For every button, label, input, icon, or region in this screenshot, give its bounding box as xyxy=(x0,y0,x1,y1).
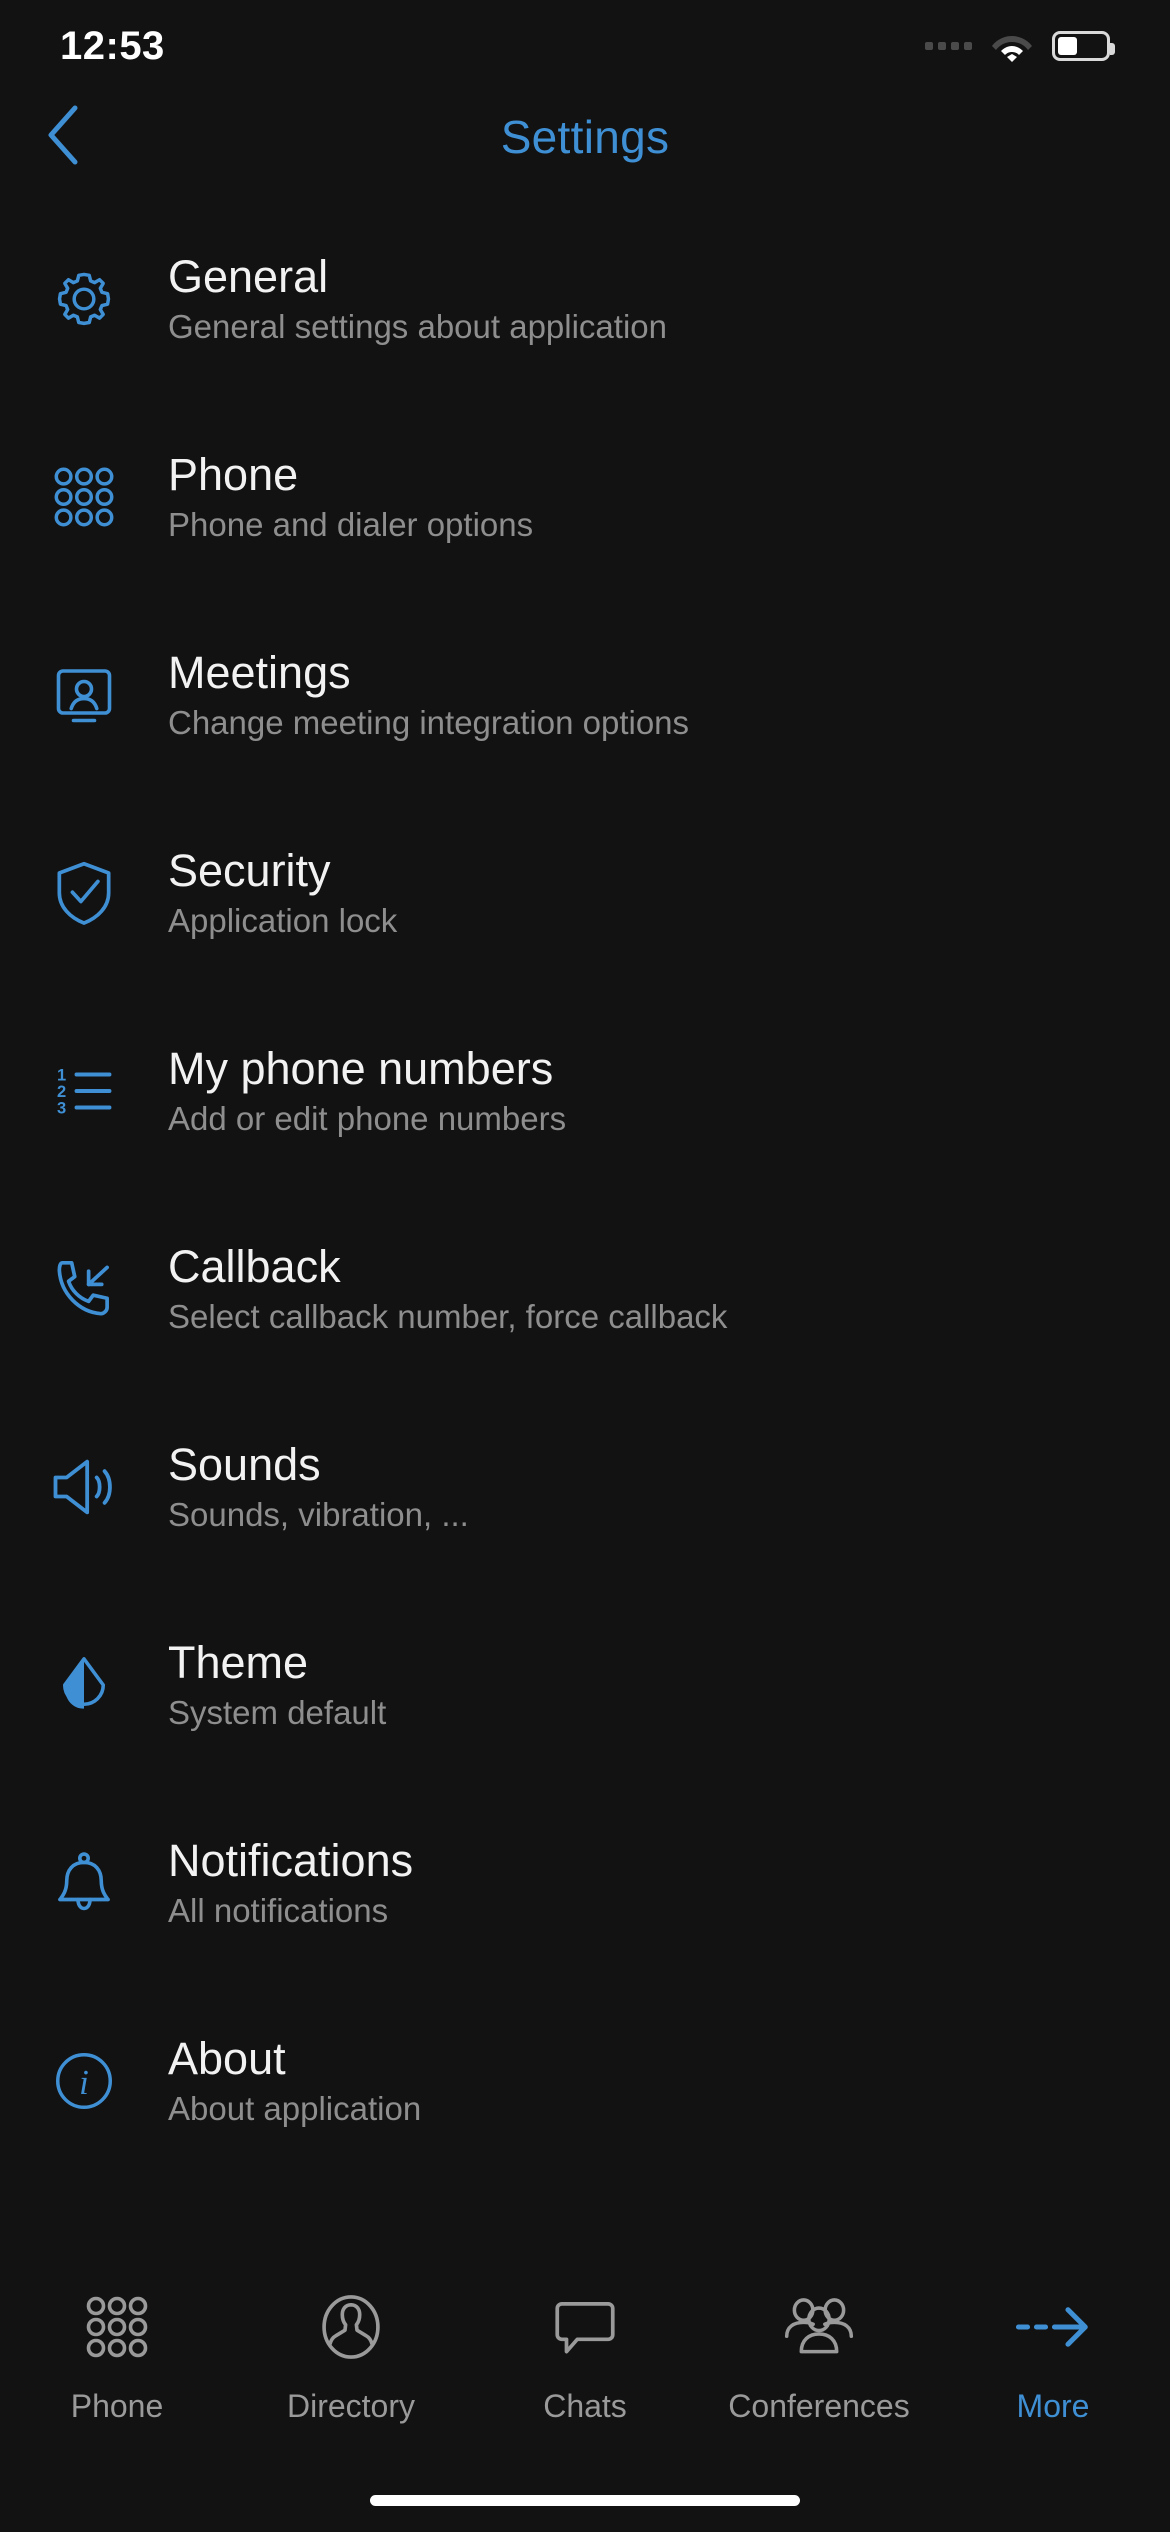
settings-row-text: Callback Select callback number, force c… xyxy=(168,1243,727,1335)
settings-row-subtitle: Change meeting integration options xyxy=(168,704,690,742)
settings-row-text: My phone numbers Add or edit phone numbe… xyxy=(168,1045,566,1137)
settings-row-subtitle: Phone and dialer options xyxy=(168,506,534,544)
settings-row-subtitle: General settings about application xyxy=(168,308,667,346)
shield-check-icon xyxy=(0,794,168,992)
settings-row-subtitle: Application lock xyxy=(168,902,398,940)
settings-row-sounds[interactable]: Sounds Sounds, vibration, ... xyxy=(0,1388,1170,1586)
dialpad-icon xyxy=(81,2284,153,2370)
phone-incoming-icon xyxy=(0,1190,168,1388)
status-bar-clock: 12:53 xyxy=(60,23,165,68)
settings-row-my-phone-numbers[interactable]: 123 My phone numbers Add or edit phone n… xyxy=(0,992,1170,1190)
status-bar-indicators xyxy=(925,30,1115,62)
status-bar: 12:53 xyxy=(0,0,1170,92)
home-indicator[interactable] xyxy=(370,2495,800,2506)
settings-row-text: Notifications All notifications xyxy=(168,1837,413,1929)
phone-screen: 12:53 Settings General General settings … xyxy=(0,0,1170,2532)
settings-row-text: Phone Phone and dialer options xyxy=(168,451,533,543)
tab-phone[interactable]: Phone xyxy=(0,2284,234,2425)
page-title: Settings xyxy=(500,111,670,163)
settings-row-notifications[interactable]: Notifications All notifications xyxy=(0,1784,1170,1982)
tab-label: Phone xyxy=(70,2388,164,2424)
settings-row-title: My phone numbers xyxy=(168,1043,554,1095)
settings-row-security[interactable]: Security Application lock xyxy=(0,794,1170,992)
settings-row-title: About xyxy=(168,2033,286,2085)
settings-row-title: Callback xyxy=(168,1241,341,1293)
settings-row-subtitle: System default xyxy=(168,1694,387,1732)
settings-row-title: Phone xyxy=(168,449,299,501)
theme-drop-icon xyxy=(0,1586,168,1784)
settings-row-meetings[interactable]: Meetings Change meeting integration opti… xyxy=(0,596,1170,794)
tab-directory[interactable]: Directory xyxy=(234,2284,468,2425)
settings-row-title: Theme xyxy=(168,1637,309,1689)
settings-list: General General settings about applicati… xyxy=(0,186,1170,2266)
tab-label: Conferences xyxy=(728,2388,910,2424)
tab-more[interactable]: More xyxy=(936,2284,1170,2425)
settings-row-title: Notifications xyxy=(168,1835,414,1887)
tab-chats[interactable]: Chats xyxy=(468,2284,702,2425)
tab-label: More xyxy=(1016,2388,1090,2424)
settings-row-about[interactable]: i About About application xyxy=(0,1982,1170,2180)
settings-row-general[interactable]: General General settings about applicati… xyxy=(0,200,1170,398)
settings-row-subtitle: All notifications xyxy=(168,1892,389,1930)
settings-row-subtitle: Sounds, vibration, ... xyxy=(168,1496,469,1534)
settings-row-text: Sounds Sounds, vibration, ... xyxy=(168,1441,469,1533)
svg-text:i: i xyxy=(79,2063,89,2102)
settings-row-text: Meetings Change meeting integration opti… xyxy=(168,649,689,741)
settings-row-text: Theme System default xyxy=(168,1639,386,1731)
bottom-tab-bar: Phone Directory Chats Conferences More xyxy=(0,2266,1170,2532)
numbered-list-icon: 123 xyxy=(0,992,168,1190)
settings-row-subtitle: Select callback number, force callback xyxy=(168,1298,728,1336)
meeting-screen-icon xyxy=(0,596,168,794)
settings-row-theme[interactable]: Theme System default xyxy=(0,1586,1170,1784)
settings-row-text: General General settings about applicati… xyxy=(168,253,667,345)
dialpad-icon xyxy=(0,398,168,596)
settings-row-subtitle: About application xyxy=(168,2090,422,2128)
tab-label: Directory xyxy=(286,2388,415,2424)
settings-row-phone[interactable]: Phone Phone and dialer options xyxy=(0,398,1170,596)
settings-row-callback[interactable]: Callback Select callback number, force c… xyxy=(0,1190,1170,1388)
bell-icon xyxy=(0,1784,168,1982)
battery-icon xyxy=(1052,31,1115,61)
settings-row-subtitle: Add or edit phone numbers xyxy=(168,1100,567,1138)
chevron-left-icon xyxy=(43,104,83,171)
settings-row-title: Security xyxy=(168,845,331,897)
signal-dots-icon xyxy=(925,42,972,50)
info-circle-icon: i xyxy=(0,1982,168,2180)
settings-row-title: Meetings xyxy=(168,647,351,699)
settings-row-title: General xyxy=(168,251,329,303)
tab-conferences[interactable]: Conferences xyxy=(702,2284,936,2425)
svg-text:1: 1 xyxy=(57,1067,66,1085)
svg-text:3: 3 xyxy=(57,1100,66,1118)
settings-row-text: About About application xyxy=(168,2035,421,2127)
speaker-icon xyxy=(0,1388,168,1586)
navigation-bar: Settings xyxy=(0,92,1170,182)
back-button[interactable] xyxy=(28,102,98,172)
chat-bubble-icon xyxy=(548,2284,622,2370)
people-group-icon xyxy=(779,2284,859,2370)
arrow-right-icon xyxy=(1011,2284,1095,2370)
person-circle-icon xyxy=(313,2284,389,2370)
settings-row-text: Security Application lock xyxy=(168,847,397,939)
tab-label: Chats xyxy=(543,2388,627,2424)
gear-icon xyxy=(0,200,168,398)
settings-row-title: Sounds xyxy=(168,1439,321,1491)
wifi-icon xyxy=(990,30,1034,62)
svg-text:2: 2 xyxy=(57,1083,66,1101)
